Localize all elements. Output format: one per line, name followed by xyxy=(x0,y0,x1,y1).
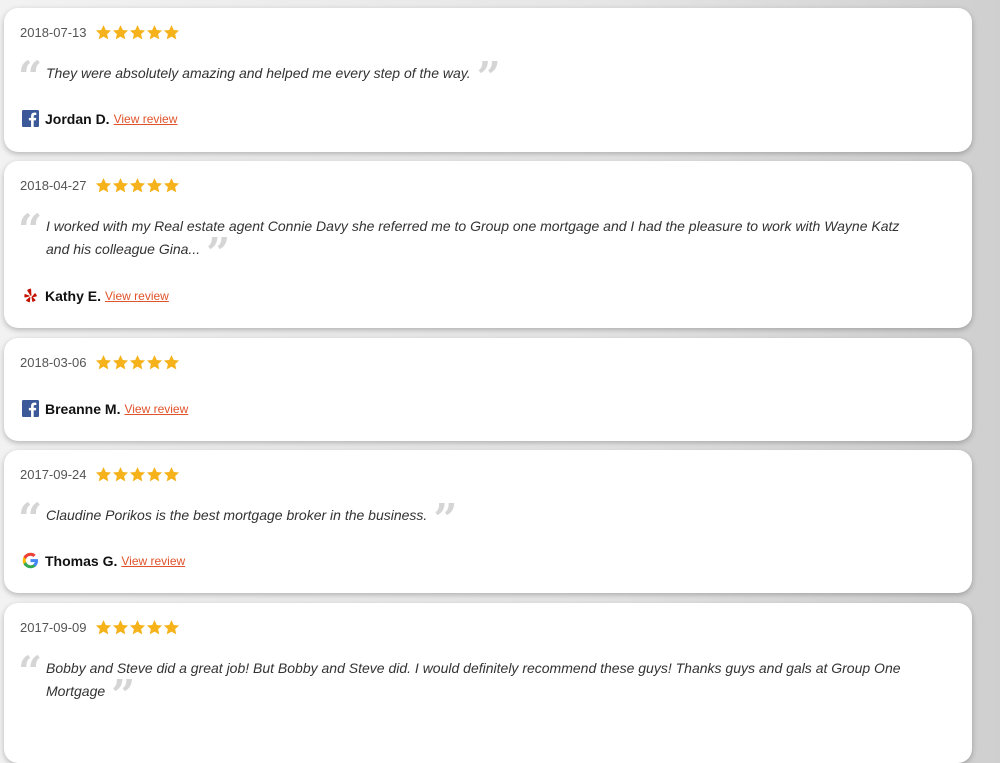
star-icon xyxy=(129,619,145,634)
close-quote-icon: ” xyxy=(206,229,231,278)
review-card: 2017-09-09 “Bobby and Steve did a great … xyxy=(4,603,972,763)
facebook-icon xyxy=(22,110,39,127)
author-name: Jordan D. xyxy=(45,110,110,127)
close-quote-icon: ” xyxy=(476,53,501,102)
review-date: 2018-07-13 xyxy=(20,24,87,40)
star-icon xyxy=(163,619,179,634)
open-quote-icon: “ xyxy=(18,494,43,543)
star-rating xyxy=(95,466,180,483)
review-card: 2018-04-27 “I worked with my Real estate… xyxy=(4,161,972,328)
star-icon xyxy=(95,466,111,481)
review-author: Breanne M. View review xyxy=(22,400,188,417)
google-icon xyxy=(22,552,39,569)
review-text: Bobby and Steve did a great job! But Bob… xyxy=(46,660,901,699)
review-date: 2018-03-06 xyxy=(20,354,87,370)
review-card: 2018-03-06 Breanne M. View review xyxy=(4,338,972,441)
review-date: 2017-09-09 xyxy=(20,619,87,635)
star-icon xyxy=(146,354,162,369)
star-icon xyxy=(163,466,179,481)
review-date: 2018-04-27 xyxy=(20,177,87,193)
star-icon xyxy=(112,24,128,39)
star-icon xyxy=(95,619,111,634)
close-quote-icon: ” xyxy=(433,495,458,544)
review-card: 2018-07-13 “They were absolutely amazing… xyxy=(4,8,972,152)
star-icon xyxy=(129,466,145,481)
review-quote: “They were absolutely amazing and helped… xyxy=(18,53,926,102)
star-icon xyxy=(112,619,128,634)
facebook-icon xyxy=(22,400,39,417)
star-icon xyxy=(163,24,179,39)
author-name: Thomas G. xyxy=(45,552,118,569)
star-icon xyxy=(112,177,128,192)
review-quote: “I worked with my Real estate agent Conn… xyxy=(18,209,926,278)
review-date: 2017-09-24 xyxy=(20,466,87,482)
review-text: I worked with my Real estate agent Conni… xyxy=(46,218,900,257)
star-icon xyxy=(95,24,111,39)
author-name: Breanne M. xyxy=(45,400,121,417)
star-icon xyxy=(129,177,145,192)
open-quote-icon: “ xyxy=(18,52,43,101)
author-name: Kathy E. xyxy=(45,287,102,304)
view-review-link[interactable]: View review xyxy=(124,402,188,416)
yelp-icon xyxy=(24,288,37,303)
view-review-link[interactable]: View review xyxy=(121,554,185,568)
review-author: Kathy E. View review xyxy=(22,287,169,304)
star-icon xyxy=(112,466,128,481)
review-author: Jordan D. View review xyxy=(22,110,177,127)
star-rating xyxy=(95,24,180,41)
star-icon xyxy=(146,177,162,192)
star-icon xyxy=(112,354,128,369)
review-text: Claudine Porikos is the best mortgage br… xyxy=(46,507,428,523)
star-icon xyxy=(129,354,145,369)
star-icon xyxy=(163,354,179,369)
star-rating xyxy=(95,354,180,371)
star-icon xyxy=(95,177,111,192)
star-icon xyxy=(146,466,162,481)
star-rating xyxy=(95,177,180,194)
star-rating xyxy=(95,619,180,636)
review-card: 2017-09-24 “Claudine Porikos is the best… xyxy=(4,450,972,593)
review-text: They were absolutely amazing and helped … xyxy=(46,65,471,81)
review-quote: “Bobby and Steve did a great job! But Bo… xyxy=(18,651,926,720)
star-icon xyxy=(95,354,111,369)
view-review-link[interactable]: View review xyxy=(105,289,169,303)
star-icon xyxy=(146,619,162,634)
open-quote-icon: “ xyxy=(18,205,43,254)
review-quote: “Claudine Porikos is the best mortgage b… xyxy=(18,495,926,544)
open-quote-icon: “ xyxy=(18,647,43,696)
review-author: Thomas G. View review xyxy=(22,552,185,569)
view-review-link[interactable]: View review xyxy=(114,112,178,126)
star-icon xyxy=(163,177,179,192)
star-icon xyxy=(129,24,145,39)
close-quote-icon: ” xyxy=(111,671,136,720)
star-icon xyxy=(146,24,162,39)
